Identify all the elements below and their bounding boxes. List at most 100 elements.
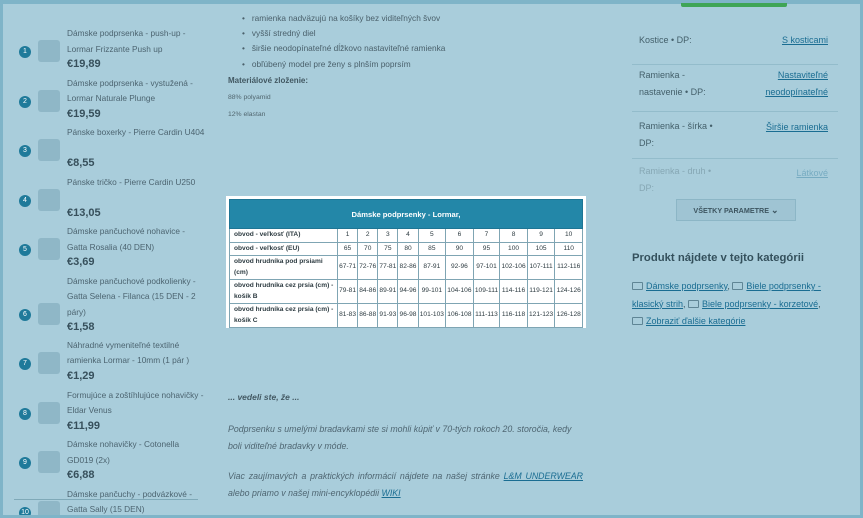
list-item[interactable]: 3 Pánske boxerky - Pierre Cardin U404 €8,5…: [14, 121, 204, 171]
product-price: €13,05: [67, 206, 101, 219]
table-cell: 111-113: [472, 303, 501, 328]
table-cell: 77-81: [377, 255, 399, 280]
rank-badge: 6: [19, 309, 31, 322]
table-row: obvod hrudníka cez prsia (cm) - košík B7…: [229, 279, 583, 304]
table-cell: 105: [526, 241, 556, 256]
param-key: Ramienka - druh • DP:: [639, 166, 712, 193]
boxers-thumb-icon[interactable]: [38, 139, 60, 162]
row-label: obvod - veľkosť (EU): [229, 241, 338, 256]
lm-underwear-link[interactable]: L&M UNDERWEAR: [504, 471, 583, 481]
table-cell: 4: [397, 228, 419, 243]
category-link[interactable]: Zobraziť ďalšie kategórie: [646, 316, 745, 326]
more-info-text-2: alebo priamo v našej mini-encyklopédii: [228, 487, 382, 498]
table-cell: 100: [499, 241, 528, 256]
folder-icon: [732, 282, 744, 290]
table-row: obvod - veľkosť (ITA) 1 2 3 4 5 6 7 8 9 10: [229, 228, 583, 243]
list-item[interactable]: 5 Dámske pančuchové nohavice - Gatta Rosa…: [14, 220, 199, 270]
product-name-link[interactable]: Náhradné vymeniteľné textilné ramienka L…: [67, 338, 207, 369]
table-cell: 101-103: [417, 303, 447, 328]
socks-thumb-icon[interactable]: [38, 303, 60, 326]
param-row-kostice: Kostice • DP: S kosticami: [632, 17, 838, 65]
fun-fact-heading: ... vedeli ste, že ...: [228, 392, 300, 402]
product-name-link[interactable]: Dámske nohavičky - Cotonella GD019 (2x): [67, 437, 207, 468]
product-name-link[interactable]: Formujúce a zoštíhlujúce nohavičky - Eld…: [67, 388, 207, 419]
list-item[interactable]: 10 Dámske pančuchy - podvázkové - Gatta S…: [14, 483, 199, 518]
feature-item: ramienka nadväzujú na košíky bez viditeľ…: [234, 11, 445, 26]
table-cell: 72-76: [357, 255, 379, 280]
material-title: Materiálové zloženie:: [228, 76, 309, 85]
list-item[interactable]: 8 Formujúce a zoštíhlujúce nohavičky - El…: [14, 384, 204, 434]
table-cell: 109-111: [472, 279, 501, 304]
param-row-ramienka-sirka: Ramienka - šírka • DP: Širšie ramienka: [632, 112, 838, 159]
table-cell: 80: [397, 241, 419, 256]
table-cell: 124-126: [554, 279, 583, 304]
product-price: €11,99: [67, 419, 101, 432]
row-label: obvod hrudníka cez prsia (cm) - košík C: [229, 303, 338, 328]
category-link[interactable]: Biele podprsenky - korzetové: [702, 299, 818, 309]
rank-badge: 2: [19, 95, 31, 108]
all-parameters-button[interactable]: VŠETKY PARAMETRE ⌄: [676, 199, 796, 221]
table-cell: 84-86: [357, 279, 379, 304]
list-item[interactable]: 4 Pánske tričko - Pierre Cardin U250 €13,0…: [14, 171, 199, 221]
param-value-link[interactable]: Širšie ramienka: [724, 117, 828, 138]
folder-icon: [632, 282, 643, 290]
table-cell: 86-88: [357, 303, 379, 328]
product-price: €1,29: [67, 369, 95, 382]
product-name-link[interactable]: Dámske pančuchové nohavice - Gatta Rosal…: [67, 224, 207, 255]
table-cell: 104-106: [445, 279, 474, 304]
product-price: €1,58: [67, 321, 95, 334]
table-cell: 99-101: [417, 279, 447, 304]
rank-badge: 5: [19, 244, 31, 257]
product-price: €19,89: [67, 58, 101, 70]
bra-thumb-icon[interactable]: [38, 89, 60, 112]
table-row: obvod hrudníka pod prsiami (cm) 67-71 72-7…: [229, 255, 583, 280]
tights-thumb-icon[interactable]: [38, 238, 60, 261]
product-name-link[interactable]: Dámske pančuchové podkolienky - Gatta Se…: [67, 274, 207, 321]
bra-thumb-icon[interactable]: [38, 40, 60, 62]
table-cell: 82-86: [397, 255, 419, 280]
param-key: Ramienka - šírka • DP:: [639, 121, 713, 148]
stockings-thumb-icon[interactable]: [38, 500, 60, 518]
list-item[interactable]: 1 Dámske podprsenka - push-up - Lormar Fr…: [14, 22, 199, 72]
table-cell: 90: [445, 241, 474, 256]
product-price: €19,59: [67, 107, 101, 120]
table-cell: 94-96: [397, 279, 419, 304]
add-to-cart-button-edge[interactable]: [681, 0, 787, 7]
table-cell: 126-128: [554, 303, 583, 328]
list-item[interactable]: 6 Dámske pančuchové podkolienky - Gatta S…: [14, 270, 199, 334]
briefs-thumb-icon[interactable]: [38, 451, 60, 474]
rank-badge: 1: [19, 46, 31, 58]
list-bottom-divider: [14, 499, 198, 500]
wiki-link[interactable]: WIKI: [382, 488, 401, 498]
tshirt-thumb-icon[interactable]: [38, 188, 60, 211]
straps-thumb-icon[interactable]: [38, 351, 60, 374]
list-item[interactable]: 9 Dámske nohavičky - Cotonella GD019 (2x)…: [14, 433, 199, 483]
material-line-1: 88% polyamid: [228, 94, 271, 101]
category-link[interactable]: Dámske podprsenky: [646, 281, 727, 291]
rank-badge: 10: [19, 506, 31, 518]
table-cell: 97-101: [472, 255, 501, 280]
table-cell: 7: [472, 228, 501, 243]
table-cell: 110: [554, 241, 583, 256]
product-name-link[interactable]: Dámske podprsenka - push-up - Lormar Fri…: [67, 26, 207, 57]
param-value-link[interactable]: Nastaviteľné neodopínateľné: [748, 67, 828, 101]
rank-badge: 7: [19, 357, 31, 370]
product-name-link[interactable]: Pánske boxerky - Pierre Cardin U404: [67, 125, 207, 141]
param-value-link[interactable]: S kosticami: [724, 30, 828, 51]
table-cell: 106-108: [445, 303, 474, 328]
table-cell: 8: [499, 228, 528, 243]
product-name-link[interactable]: Pánske tričko - Pierre Cardin U250: [67, 175, 207, 191]
list-item[interactable]: 2 Dámske podprsenka - vystužená - Lormar …: [14, 72, 199, 122]
product-name-link[interactable]: Dámske pančuchy - podvázkové - Gatta Sal…: [67, 487, 207, 518]
feature-list: ramienka nadväzujú na košíky bez viditeľ…: [234, 11, 445, 72]
all-parameters-label: VŠETKY PARAMETRE: [693, 206, 770, 215]
param-value-link[interactable]: Látkové: [724, 163, 828, 184]
shapewear-thumb-icon[interactable]: [38, 401, 60, 424]
feature-item: obľúbený model pre ženy s plnším poprsím: [234, 57, 445, 72]
table-row: obvod - veľkosť (EU) 65 70 75 80 85 90 95 100 105…: [229, 241, 583, 256]
feature-item: vyšší stredný diel: [234, 26, 445, 41]
list-item[interactable]: 7 Náhradné vymeniteľné textilné ramienka …: [14, 334, 199, 384]
table-cell: 107-111: [526, 255, 556, 280]
table-cell: 2: [357, 228, 379, 243]
product-name-link[interactable]: Dámske podprsenka - vystužená - Lormar N…: [67, 76, 207, 107]
